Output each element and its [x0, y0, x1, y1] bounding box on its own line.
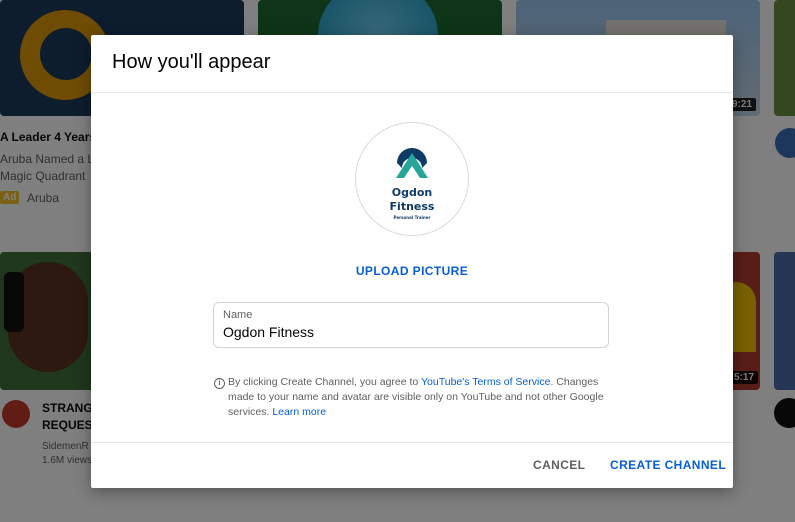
footer-divider [91, 442, 733, 443]
name-input[interactable] [223, 324, 593, 340]
terms-of-service-link[interactable]: YouTube's Terms of Service [421, 376, 550, 388]
name-field[interactable]: Name [213, 302, 609, 348]
upload-picture-button[interactable]: UPLOAD PICTURE [91, 264, 733, 278]
create-channel-button[interactable]: CREATE CHANNEL [610, 458, 726, 472]
name-field-label: Name [223, 309, 253, 321]
info-icon: i [214, 378, 225, 389]
channel-avatar-preview: Ogdon Fitness Personal Trainer [355, 122, 469, 236]
logo-line2: Fitness [390, 200, 435, 213]
dialog-title: How you'll appear [112, 51, 271, 73]
create-channel-dialog: How you'll appear Ogdon Fitness Personal… [91, 35, 733, 488]
ogdon-fitness-logo-icon: Ogdon Fitness Personal Trainer [390, 148, 435, 220]
header-divider [91, 92, 733, 93]
logo-line3: Personal Trainer [394, 215, 431, 220]
terms-notice: By clicking Create Channel, you agree to… [228, 375, 612, 420]
logo-line1: Ogdon [392, 186, 433, 199]
notice-text: By clicking Create Channel, you agree to [228, 376, 421, 388]
learn-more-link[interactable]: Learn more [272, 406, 326, 418]
cancel-button[interactable]: CANCEL [533, 458, 585, 472]
